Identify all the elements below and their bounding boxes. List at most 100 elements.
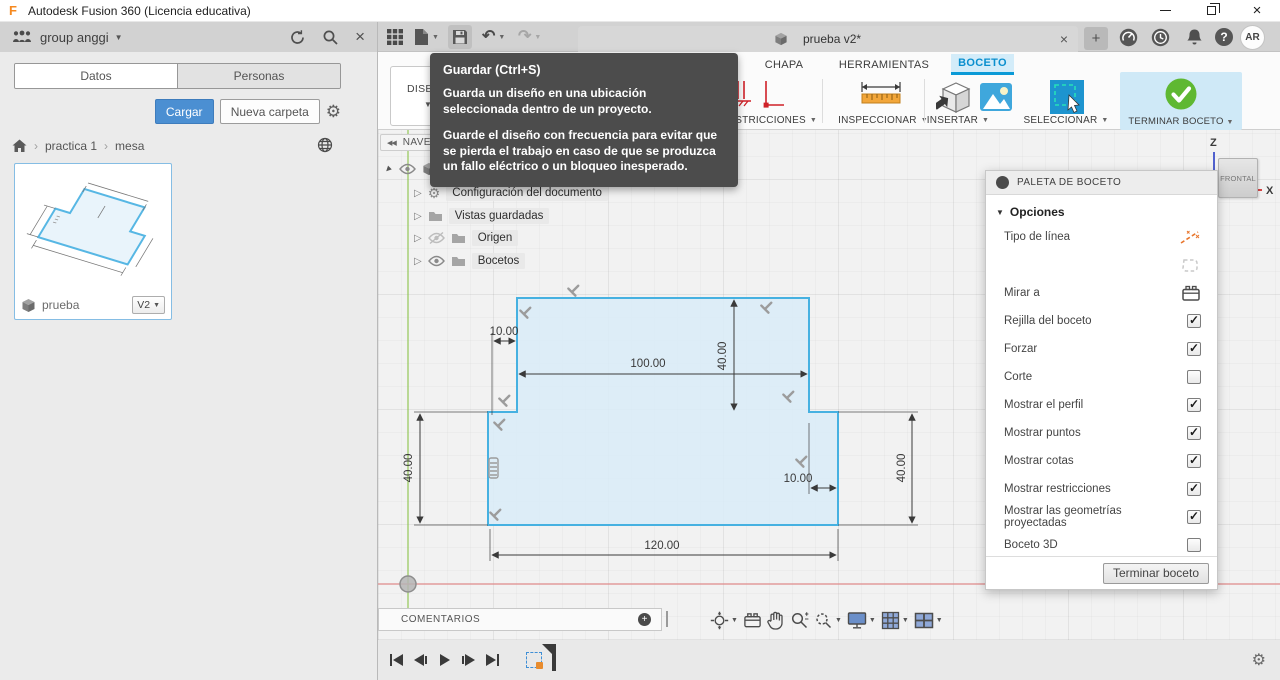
tab-personas[interactable]: Personas [177,64,340,88]
tab-boceto[interactable]: BOCETO [951,54,1014,75]
dimension-right-offset[interactable]: 10.00 [784,473,813,485]
measure-tool[interactable] [858,79,904,111]
options-section-header[interactable]: ▼ Opciones [986,195,1217,223]
close-tab-icon[interactable]: × [1060,31,1068,47]
document-card-prueba[interactable]: prueba V2 ▼ [14,163,172,320]
dimension-top-width[interactable]: 100.00 [630,358,665,370]
user-avatar[interactable]: AR [1240,25,1265,50]
add-comment-icon[interactable]: + [638,613,651,626]
home-icon[interactable] [12,139,27,153]
document-tab[interactable]: prueba v2* × [578,26,1078,52]
panel-resize-handle[interactable] [666,611,668,627]
close-panel-icon[interactable]: × [355,29,365,45]
team-name[interactable]: group anggi [40,30,109,45]
notifications-bell-icon[interactable] [1184,27,1204,47]
file-menu-button[interactable]: ▼ [414,25,439,49]
expand-icon[interactable]: ▷ [414,233,422,244]
select-tool[interactable] [1049,79,1085,115]
upload-button[interactable]: Cargar [155,99,214,124]
constraints-tools[interactable] [730,79,786,111]
timeline-go-to-end-button[interactable] [484,652,501,668]
look-at-icon[interactable] [1181,285,1201,302]
checkbox-snap[interactable] [1187,342,1201,356]
finish-sketch-button[interactable]: TERMINAR BOCETO ▼ [1120,72,1242,130]
sketch-profile[interactable] [488,298,838,525]
settings-gear-icon[interactable]: ⚙ [326,103,341,120]
expand-icon[interactable]: ▷ [414,188,422,199]
search-icon[interactable] [322,29,339,46]
sketch-palette-header[interactable]: PALETA DE BOCETO [986,171,1217,195]
undo-button[interactable]: ↶ ▼ [482,25,505,49]
collapse-palette-icon[interactable] [996,176,1009,189]
new-folder-button[interactable]: Nueva carpeta [220,99,320,124]
dimension-bottom-width[interactable]: 120.00 [644,540,679,552]
data-panel-toggle-icon[interactable] [386,25,404,49]
extensions-icon[interactable] [1118,27,1138,47]
timeline-settings-gear-icon[interactable]: ⚙ [1252,650,1266,670]
tree-item-label[interactable]: Vistas guardadas [449,208,550,224]
expand-open-icon[interactable]: ▼ [382,162,395,175]
close-window-button[interactable]: × [1234,0,1280,22]
construction-line-icon[interactable] [1179,229,1201,245]
job-status-clock-icon[interactable] [1150,27,1170,47]
new-tab-button[interactable]: + [1084,27,1108,50]
pan-tool[interactable] [767,611,785,630]
version-dropdown[interactable]: V2 ▼ [132,296,165,314]
redo-button[interactable]: ↷ ▼ [518,25,541,49]
dimension-top-offset[interactable]: 10.00 [490,326,519,338]
globe-icon[interactable] [317,137,333,156]
eye-icon[interactable] [399,163,416,175]
dashed-profile-icon[interactable] [1181,257,1201,273]
expand-icon[interactable]: ▷ [414,211,422,222]
viewports-tool[interactable]: ▼ [914,612,943,629]
tree-item-label[interactable]: Bocetos [472,253,526,269]
zoom-tool[interactable] [790,611,809,630]
checkbox-show-dimensions[interactable] [1187,454,1201,468]
tab-chapa[interactable]: CHAPA [756,54,812,75]
tree-item-label[interactable]: Origen [472,230,519,246]
fit-tool[interactable]: ▼ [814,611,842,630]
timeline-play-button[interactable] [436,652,453,668]
restore-button[interactable] [1188,0,1234,22]
origin-point[interactable] [400,576,416,592]
checkbox-3d-sketch[interactable] [1187,538,1201,552]
checkbox-show-constraints[interactable] [1187,482,1201,496]
checkbox-slice[interactable] [1187,370,1201,384]
timeline-step-back-button[interactable] [412,652,429,668]
display-settings-tool[interactable]: ▼ [847,611,876,629]
checkbox-show-points[interactable] [1187,426,1201,440]
eye-off-icon[interactable] [428,232,445,245]
orbit-tool[interactable]: ▼ [710,611,738,630]
finish-sketch-footer-button[interactable]: Terminar boceto [1103,563,1209,584]
save-button[interactable] [448,25,472,49]
group-seleccionar[interactable]: SELECCIONAR▼ [1001,114,1131,127]
collapse-browser-icon[interactable]: ◀◀ [387,139,396,147]
timeline-playhead[interactable] [552,644,556,671]
minimize-button[interactable] [1142,0,1188,22]
viewcube[interactable]: FRONTAL [1218,158,1258,198]
design-canvas[interactable]: 10.00 100.00 40.00 40.00 40.00 10.00 [378,130,1280,640]
tree-item-label[interactable]: Configuración del documento [446,185,608,201]
tree-row-named-views[interactable]: ▷ Vistas guardadas [414,206,549,226]
eye-icon[interactable] [428,255,445,267]
tree-row-sketches[interactable]: ▷ Bocetos [414,251,525,271]
tab-herramientas[interactable]: HERRAMIENTAS [830,54,938,75]
refresh-icon[interactable] [289,29,306,46]
breadcrumb-project[interactable]: practica 1 [45,139,97,153]
timeline-go-to-start-button[interactable] [388,652,405,668]
tree-row-origin[interactable]: ▷ Origen [414,228,518,248]
grid-snap-tool[interactable]: ▼ [881,611,909,630]
checkbox-show-profile[interactable] [1187,398,1201,412]
help-icon[interactable]: ? [1214,27,1234,47]
insert-tools[interactable] [936,79,1014,115]
checkbox-show-projected[interactable] [1187,510,1201,524]
breadcrumb-folder[interactable]: mesa [115,139,144,153]
look-at-tool[interactable] [743,612,762,629]
checkbox-sketch-grid[interactable] [1187,314,1201,328]
timeline-sketch-feature[interactable] [526,652,542,668]
tab-datos[interactable]: Datos [15,64,177,88]
dimension-left-height[interactable]: 40.00 [403,454,415,483]
dimension-upper-height[interactable]: 40.00 [717,342,729,371]
comments-bar[interactable]: COMENTARIOS + [378,608,662,631]
dimension-right-height[interactable]: 40.00 [896,454,908,483]
